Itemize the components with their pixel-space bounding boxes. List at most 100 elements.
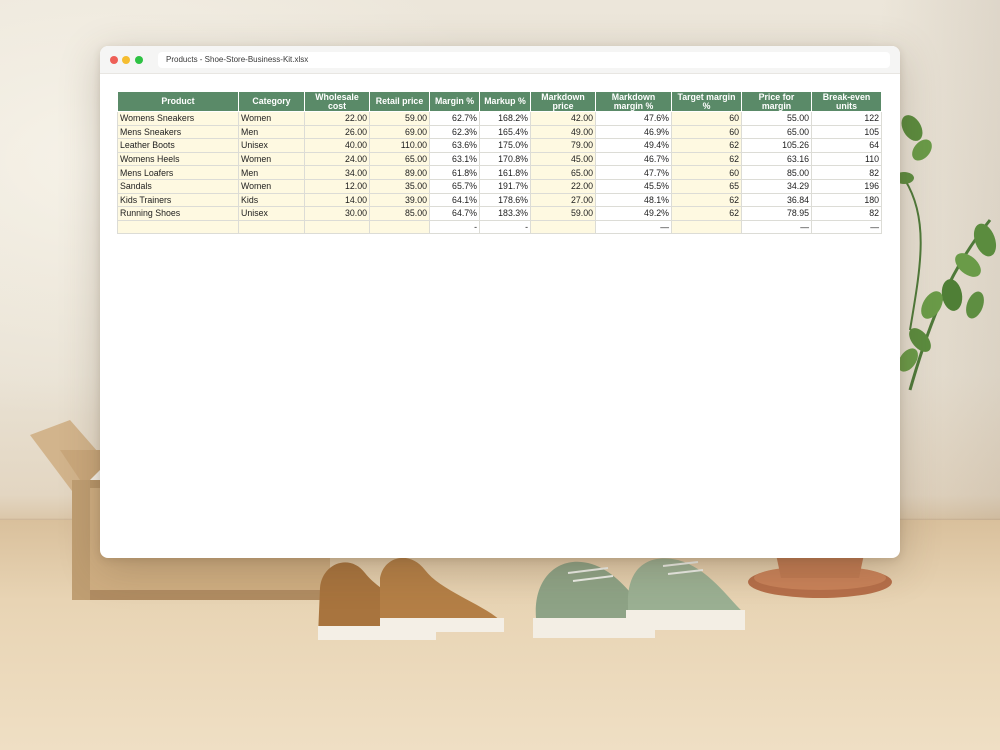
table-cell[interactable]: 105 xyxy=(811,124,882,140)
table-cell[interactable]: 62 xyxy=(671,151,742,167)
table-cell[interactable]: 183.3% xyxy=(479,206,531,221)
table-cell[interactable]: 63.16 xyxy=(741,151,812,167)
table-cell[interactable]: 61.8% xyxy=(429,165,480,180)
table-cell[interactable]: Men xyxy=(238,165,305,180)
table-cell[interactable]: 110.00 xyxy=(369,138,430,153)
table-cell[interactable]: 34.00 xyxy=(304,165,370,180)
table-cell[interactable]: 65 xyxy=(671,178,742,194)
table-cell[interactable]: Women xyxy=(238,178,305,194)
header-cell[interactable]: Retail price xyxy=(369,91,430,112)
table-cell[interactable]: 63.1% xyxy=(429,151,480,167)
table-cell[interactable]: 175.0% xyxy=(479,138,531,153)
header-cell[interactable]: Markdown margin % xyxy=(595,91,672,112)
table-cell[interactable]: — xyxy=(811,219,882,235)
table-cell[interactable]: 39.00 xyxy=(369,192,430,208)
header-cell[interactable]: Markdown price xyxy=(530,91,596,112)
table-cell[interactable]: 165.4% xyxy=(479,124,531,140)
table-cell[interactable]: 46.7% xyxy=(595,151,672,167)
table-cell[interactable]: Women xyxy=(238,111,305,126)
table-row[interactable]: - - — — — xyxy=(117,219,882,235)
table-cell[interactable]: 62 xyxy=(671,206,742,221)
table-cell[interactable]: 196 xyxy=(811,178,882,194)
table-cell[interactable]: 49.4% xyxy=(595,138,672,153)
table-cell[interactable]: 62 xyxy=(671,192,742,208)
table-cell[interactable]: 60 xyxy=(671,124,742,140)
table-cell[interactable]: 78.95 xyxy=(741,206,812,221)
table-cell[interactable]: 62 xyxy=(671,138,742,153)
table-row[interactable]: Sandals Women 12.00 35.00 65.7% 191.7% 22.00 45… xyxy=(117,178,882,194)
table-cell[interactable]: 64 xyxy=(811,138,882,153)
table-cell[interactable]: 79.00 xyxy=(530,138,596,153)
table-cell[interactable]: 42.00 xyxy=(530,111,596,126)
table-cell[interactable]: 65.00 xyxy=(741,124,812,140)
table-cell[interactable]: Mens Loafers xyxy=(117,165,239,180)
table-cell[interactable]: Sandals xyxy=(117,178,239,194)
table-cell[interactable]: 55.00 xyxy=(741,111,812,126)
table-cell[interactable]: 178.6% xyxy=(479,192,531,208)
table-cell[interactable]: 60 xyxy=(671,165,742,180)
table-cell[interactable]: 48.1% xyxy=(595,192,672,208)
table-cell[interactable]: - xyxy=(429,219,480,235)
table-cell[interactable]: 85.00 xyxy=(369,206,430,221)
table-cell[interactable]: 62.7% xyxy=(429,111,480,126)
table-cell[interactable]: 64.1% xyxy=(429,192,480,208)
table-row[interactable]: Leather Boots Unisex 40.00 110.00 63.6% 175.0… xyxy=(117,138,882,153)
table-row[interactable]: Running Shoes Unisex 30.00 85.00 64.7% 183.3%… xyxy=(117,206,882,221)
table-cell[interactable]: 64.7% xyxy=(429,206,480,221)
table-cell[interactable]: 45.00 xyxy=(530,151,596,167)
table-cell[interactable]: 65.00 xyxy=(530,165,596,180)
header-cell[interactable]: Price for margin xyxy=(741,91,812,112)
table-cell[interactable]: 82 xyxy=(811,165,882,180)
table-cell[interactable]: 35.00 xyxy=(369,178,430,194)
table-cell[interactable]: 65.00 xyxy=(369,151,430,167)
table-cell[interactable]: 27.00 xyxy=(530,192,596,208)
table-row[interactable]: Mens Sneakers Men 26.00 69.00 62.3% 165.4% 49.… xyxy=(117,124,882,140)
table-cell[interactable]: 26.00 xyxy=(304,124,370,140)
table-cell[interactable]: 180 xyxy=(811,192,882,208)
table-row[interactable]: Mens Loafers Men 34.00 89.00 61.8% 161.8% 65.0… xyxy=(117,165,882,180)
table-cell[interactable]: 110 xyxy=(811,151,882,167)
table-cell[interactable]: 59.00 xyxy=(369,111,430,126)
table-cell[interactable]: - xyxy=(479,219,531,235)
header-cell[interactable]: Wholesale cost xyxy=(304,91,370,112)
table-cell[interactable]: 47.7% xyxy=(595,165,672,180)
table-cell[interactable] xyxy=(304,219,370,235)
table-cell[interactable]: Leather Boots xyxy=(117,138,239,153)
table-cell[interactable]: 69.00 xyxy=(369,124,430,140)
table-cell[interactable]: 161.8% xyxy=(479,165,531,180)
header-cell[interactable]: Margin % xyxy=(429,91,480,112)
table-row[interactable]: Womens Heels Women 24.00 65.00 63.1% 170.8% 45… xyxy=(117,151,882,167)
maximize-dot-icon[interactable] xyxy=(135,56,143,64)
table-cell[interactable] xyxy=(238,219,305,235)
table-cell[interactable]: Unisex xyxy=(238,206,305,221)
table-cell[interactable]: — xyxy=(595,219,672,235)
table-cell[interactable]: Kids Trainers xyxy=(117,192,239,208)
table-cell[interactable]: Women xyxy=(238,151,305,167)
table-cell[interactable]: 47.6% xyxy=(595,111,672,126)
table-cell[interactable]: Running Shoes xyxy=(117,206,239,221)
table-cell[interactable]: 105.26 xyxy=(741,138,812,153)
table-cell[interactable] xyxy=(117,219,239,235)
table-cell[interactable]: Womens Heels xyxy=(117,151,239,167)
table-cell[interactable]: 22.00 xyxy=(304,111,370,126)
table-cell[interactable]: 65.7% xyxy=(429,178,480,194)
header-cell[interactable]: Product xyxy=(117,91,239,112)
table-cell[interactable]: 122 xyxy=(811,111,882,126)
header-cell[interactable]: Break-even units xyxy=(811,91,882,112)
table-cell[interactable]: 30.00 xyxy=(304,206,370,221)
table-cell[interactable]: 62.3% xyxy=(429,124,480,140)
table-cell[interactable]: 24.00 xyxy=(304,151,370,167)
table-cell[interactable] xyxy=(530,219,596,235)
table-row[interactable]: Womens Sneakers Women 22.00 59.00 62.7% 168.2… xyxy=(117,111,882,126)
table-cell[interactable]: 191.7% xyxy=(479,178,531,194)
close-dot-icon[interactable] xyxy=(110,56,118,64)
table-cell[interactable]: 36.84 xyxy=(741,192,812,208)
table-cell[interactable]: 22.00 xyxy=(530,178,596,194)
table-cell[interactable]: 59.00 xyxy=(530,206,596,221)
table-cell[interactable]: 60 xyxy=(671,111,742,126)
table-cell[interactable] xyxy=(671,219,742,235)
table-cell[interactable]: 49.00 xyxy=(530,124,596,140)
table-cell[interactable]: 170.8% xyxy=(479,151,531,167)
table-cell[interactable]: 40.00 xyxy=(304,138,370,153)
table-cell[interactable]: 63.6% xyxy=(429,138,480,153)
